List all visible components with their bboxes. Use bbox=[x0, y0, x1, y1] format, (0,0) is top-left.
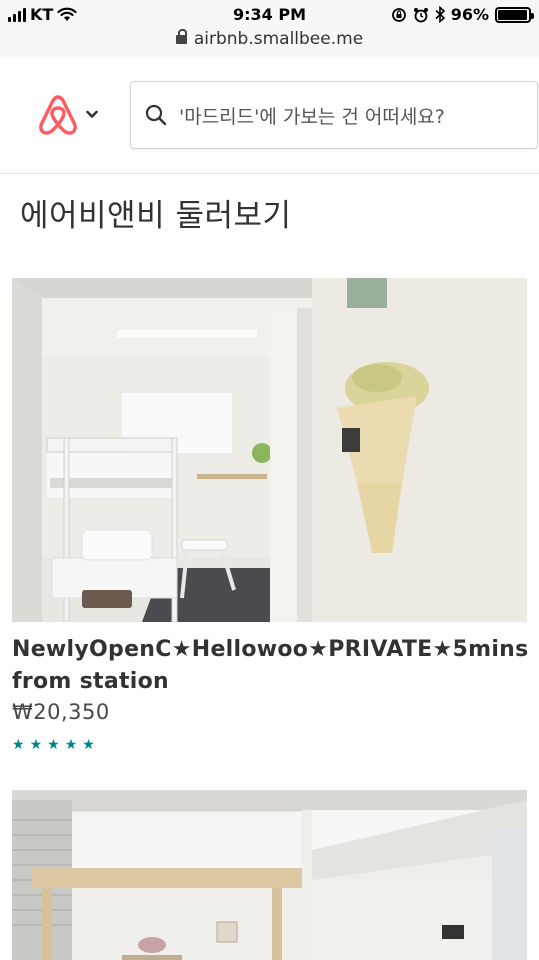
lock-icon bbox=[175, 29, 187, 44]
star-icon: ★ bbox=[29, 737, 43, 753]
search-input[interactable]: '마드리드'에 가보는 건 어떠세요? bbox=[130, 81, 538, 149]
room-photo-image bbox=[12, 790, 527, 960]
status-bar: KT 9:34 PM 96% airbnb.smallbee.me bbox=[0, 0, 539, 58]
listing-photo[interactable] bbox=[12, 790, 527, 960]
room-photo-image bbox=[12, 278, 527, 622]
airbnb-logo-icon bbox=[39, 95, 77, 135]
header: '마드리드'에 가보는 건 어떠세요? bbox=[0, 58, 539, 174]
listing-photo[interactable] bbox=[12, 278, 527, 622]
star-icon: ★ bbox=[82, 737, 95, 753]
battery-icon bbox=[495, 6, 534, 23]
status-right: 96% bbox=[391, 5, 534, 24]
chevron-down-icon bbox=[86, 110, 98, 118]
listing-title[interactable]: NewlyOpenC★Hellowoo★PRIVATE★5mins from s… bbox=[12, 634, 532, 698]
rotation-lock-icon bbox=[391, 7, 406, 22]
search-icon bbox=[145, 104, 167, 126]
section-title: 에어비앤비 둘러보기 bbox=[20, 198, 292, 234]
star-icon: ★ bbox=[64, 737, 78, 753]
bluetooth-icon bbox=[435, 6, 445, 23]
rating-stars: ★ ★ ★ ★ ★ bbox=[12, 737, 95, 753]
alarm-icon bbox=[413, 7, 428, 22]
airbnb-logo-menu-button[interactable] bbox=[36, 91, 98, 137]
star-icon: ★ bbox=[12, 737, 25, 753]
listing-price: ₩20,350 bbox=[12, 700, 110, 724]
url-text: airbnb.smallbee.me bbox=[193, 29, 364, 49]
search-placeholder: '마드리드'에 가보는 건 어떠세요? bbox=[179, 105, 445, 128]
battery-percent: 96% bbox=[450, 5, 489, 24]
star-icon: ★ bbox=[47, 737, 60, 753]
url-bar[interactable]: airbnb.smallbee.me bbox=[0, 29, 539, 49]
